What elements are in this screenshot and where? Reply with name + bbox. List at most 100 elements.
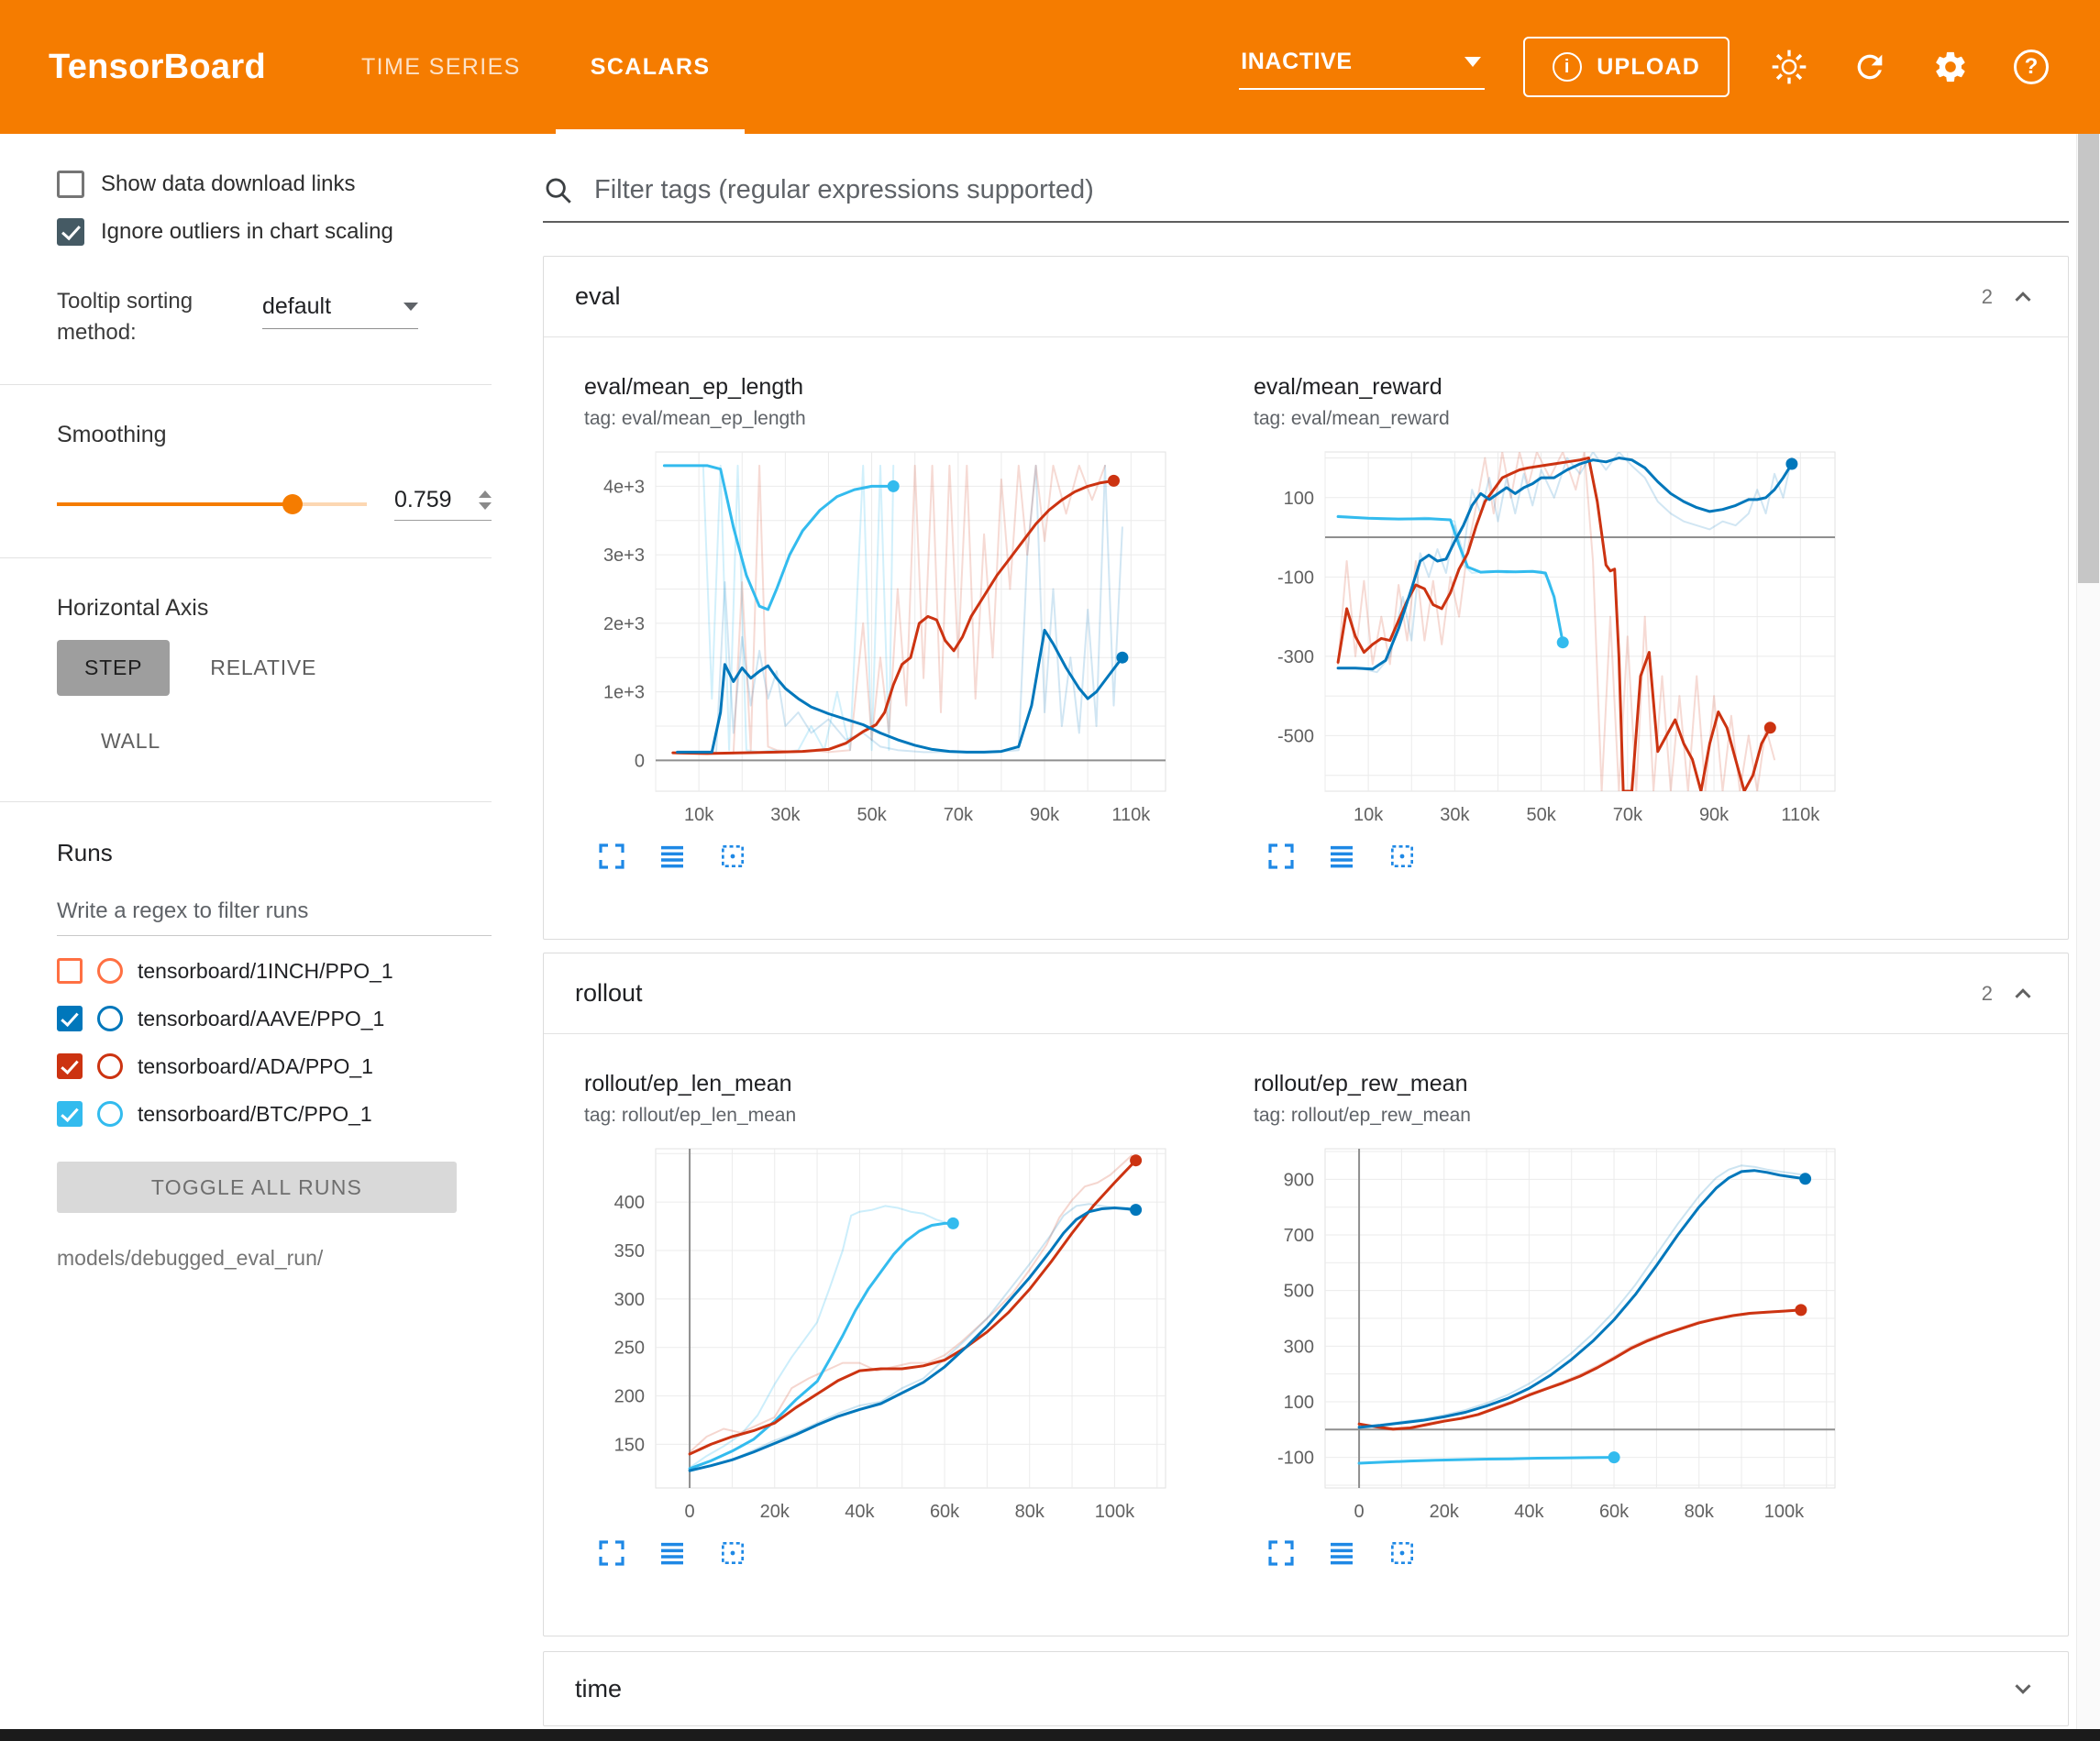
tab-scalars[interactable]: SCALARS [556, 0, 746, 134]
stepper-up-icon[interactable] [479, 490, 492, 498]
expand-icon[interactable] [2009, 1675, 2037, 1702]
svg-text:90k: 90k [1699, 805, 1730, 825]
smoothing-stepper[interactable] [479, 490, 492, 510]
svg-text:3e+3: 3e+3 [603, 545, 645, 566]
show-download-links-checkbox[interactable] [57, 171, 84, 198]
expand-width-icon[interactable] [1327, 842, 1356, 871]
rollout-ep-rew-mean-plot[interactable]: 020k40k60k80k100k-100100300500700900 [1254, 1136, 1901, 1535]
show-download-links-option[interactable]: Show data download links [57, 171, 492, 198]
help-question-glyph: ? [2014, 50, 2049, 84]
svg-text:100k: 100k [1764, 1502, 1805, 1522]
svg-text:-500: -500 [1277, 726, 1314, 746]
smoothing-slider[interactable] [57, 502, 367, 506]
fit-domain-icon[interactable] [718, 1538, 747, 1568]
run-checkbox[interactable] [57, 958, 83, 984]
tag-filter [543, 174, 2069, 223]
run-checkbox[interactable] [57, 1006, 83, 1031]
fullscreen-icon[interactable] [1266, 1538, 1296, 1568]
section-count: 2 [1982, 285, 1993, 309]
tag-filter-input[interactable] [592, 174, 2069, 206]
run-checkbox[interactable] [57, 1053, 83, 1079]
step-axis-button[interactable]: STEP [57, 640, 170, 696]
chart-eval-mean-reward: eval/mean_reward tag: eval/mean_reward 1… [1254, 374, 1901, 871]
run-row-ada[interactable]: tensorboard/ADA/PPO_1 [57, 1053, 492, 1079]
fullscreen-icon[interactable] [1266, 842, 1296, 871]
horizontal-axis-label: Horizontal Axis [57, 595, 492, 622]
fit-domain-icon[interactable] [718, 842, 747, 871]
search-icon [543, 175, 574, 206]
svg-text:-300: -300 [1277, 647, 1314, 667]
collapse-icon[interactable] [2009, 283, 2037, 311]
eval-mean-ep-length-plot[interactable]: 10k30k50k70k90k110k01e+32e+33e+34e+3 [584, 439, 1232, 838]
tooltip-sorting-control: Tooltip sorting method: default [57, 286, 492, 347]
eval-mean-reward-plot[interactable]: 10k30k50k70k90k110k100-100-300-500 [1254, 439, 1901, 838]
fit-domain-icon[interactable] [1387, 1538, 1417, 1568]
main-nav: TIME SERIES SCALARS [326, 0, 745, 134]
smoothing-value-input[interactable]: 0.759 [394, 487, 492, 521]
refresh-icon[interactable] [1849, 46, 1891, 88]
ignore-outliers-label: Ignore outliers in chart scaling [101, 219, 393, 245]
fit-domain-icon[interactable] [1387, 842, 1417, 871]
run-row-aave[interactable]: tensorboard/AAVE/PPO_1 [57, 1006, 492, 1031]
svg-text:30k: 30k [1440, 805, 1470, 825]
chart-rollout-ep-len-mean: rollout/ep_len_mean tag: rollout/ep_len_… [584, 1071, 1232, 1568]
vertical-scrollbar[interactable] [2076, 134, 2100, 1729]
scrollbar-thumb[interactable] [2078, 134, 2099, 583]
chart-tag: tag: rollout/ep_rew_mean [1254, 1105, 1901, 1127]
toggle-all-runs-button[interactable]: TOGGLE ALL RUNS [57, 1162, 457, 1213]
eval-charts-row: eval/mean_ep_length tag: eval/mean_ep_le… [544, 337, 2068, 939]
svg-text:40k: 40k [845, 1502, 875, 1522]
svg-text:-100: -100 [1277, 1449, 1314, 1469]
chart-tag: tag: eval/mean_ep_length [584, 408, 1232, 430]
run-color-radio[interactable] [97, 1006, 123, 1031]
section-time-header[interactable]: time [544, 1652, 2068, 1725]
tab-time-series[interactable]: TIME SERIES [326, 0, 556, 134]
section-count: 2 [1982, 982, 1993, 1006]
rollout-ep-len-mean-plot[interactable]: 020k40k60k80k100k150200250300350400 [584, 1136, 1232, 1535]
svg-text:1e+3: 1e+3 [603, 683, 645, 703]
relative-axis-button[interactable]: RELATIVE [182, 640, 344, 696]
app-title: TensorBoard [0, 48, 303, 87]
svg-text:900: 900 [1284, 1170, 1314, 1190]
chart-title: eval/mean_reward [1254, 374, 1901, 401]
svg-text:2e+3: 2e+3 [603, 614, 645, 634]
status-dropdown[interactable]: INACTIVE [1239, 45, 1485, 90]
ignore-outliers-option[interactable]: Ignore outliers in chart scaling [57, 218, 492, 246]
dropdown-arrow-icon [403, 303, 418, 311]
fullscreen-icon[interactable] [597, 842, 626, 871]
settings-sidebar: Show data download links Ignore outliers… [0, 134, 514, 1729]
smoothing-slider-knob[interactable] [282, 494, 303, 514]
run-color-radio[interactable] [97, 1053, 123, 1079]
section-rollout-header[interactable]: rollout 2 [544, 953, 2068, 1034]
section-eval-header[interactable]: eval 2 [544, 257, 2068, 337]
tooltip-sorting-dropdown[interactable]: default [262, 293, 418, 329]
upload-button[interactable]: i UPLOAD [1523, 37, 1730, 97]
chart-rollout-ep-rew-mean: rollout/ep_rew_mean tag: rollout/ep_rew_… [1254, 1071, 1901, 1568]
section-title: eval [575, 282, 621, 311]
smoothing-control: 0.759 [57, 487, 492, 521]
fullscreen-icon[interactable] [597, 1538, 626, 1568]
expand-width-icon[interactable] [658, 1538, 687, 1568]
runs-filter-input[interactable] [57, 891, 492, 936]
chart-tag: tag: rollout/ep_len_mean [584, 1105, 1232, 1127]
ignore-outliers-checkbox[interactable] [57, 218, 84, 246]
run-row-btc[interactable]: tensorboard/BTC/PPO_1 [57, 1101, 492, 1127]
run-checkbox[interactable] [57, 1101, 83, 1127]
help-icon[interactable]: ? [2010, 46, 2052, 88]
wall-axis-button[interactable]: WALL [77, 718, 184, 765]
collapse-icon[interactable] [2009, 980, 2037, 1008]
svg-text:350: 350 [614, 1241, 645, 1262]
settings-gear-icon[interactable] [1929, 46, 1972, 88]
expand-width-icon[interactable] [1327, 1538, 1356, 1568]
svg-text:0: 0 [685, 1502, 695, 1522]
stepper-down-icon[interactable] [479, 502, 492, 510]
run-color-radio[interactable] [97, 1101, 123, 1127]
brightness-icon[interactable] [1768, 46, 1810, 88]
section-time: time [543, 1651, 2069, 1726]
dropdown-caret-icon [1464, 57, 1481, 67]
run-color-radio[interactable] [97, 958, 123, 984]
svg-text:4e+3: 4e+3 [603, 477, 645, 497]
run-row-1inch[interactable]: tensorboard/1INCH/PPO_1 [57, 958, 492, 984]
expand-width-icon[interactable] [658, 842, 687, 871]
run-label: tensorboard/ADA/PPO_1 [138, 1054, 373, 1079]
